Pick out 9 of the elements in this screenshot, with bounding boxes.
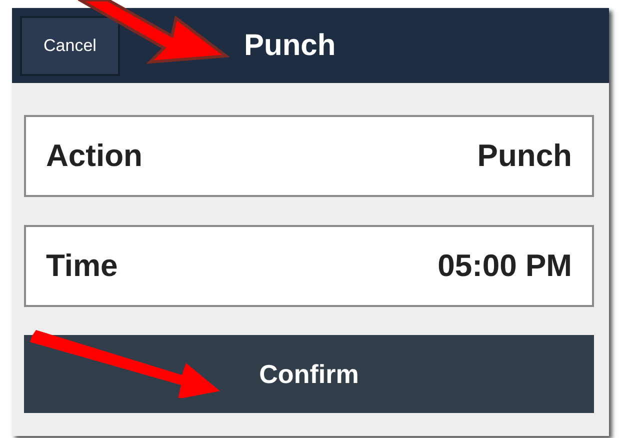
field-row[interactable]: Time 05:00 PM (24, 225, 594, 307)
field-label: Action (46, 138, 142, 174)
field-label: Time (46, 248, 118, 284)
dialog-title: Punch (244, 28, 336, 62)
field-value: 05:00 PM (438, 248, 572, 284)
cancel-button[interactable]: Cancel (20, 16, 120, 76)
field-row[interactable]: Action Punch (24, 115, 594, 197)
confirm-button[interactable]: Confirm (24, 335, 594, 413)
field-value: Punch (477, 138, 572, 174)
